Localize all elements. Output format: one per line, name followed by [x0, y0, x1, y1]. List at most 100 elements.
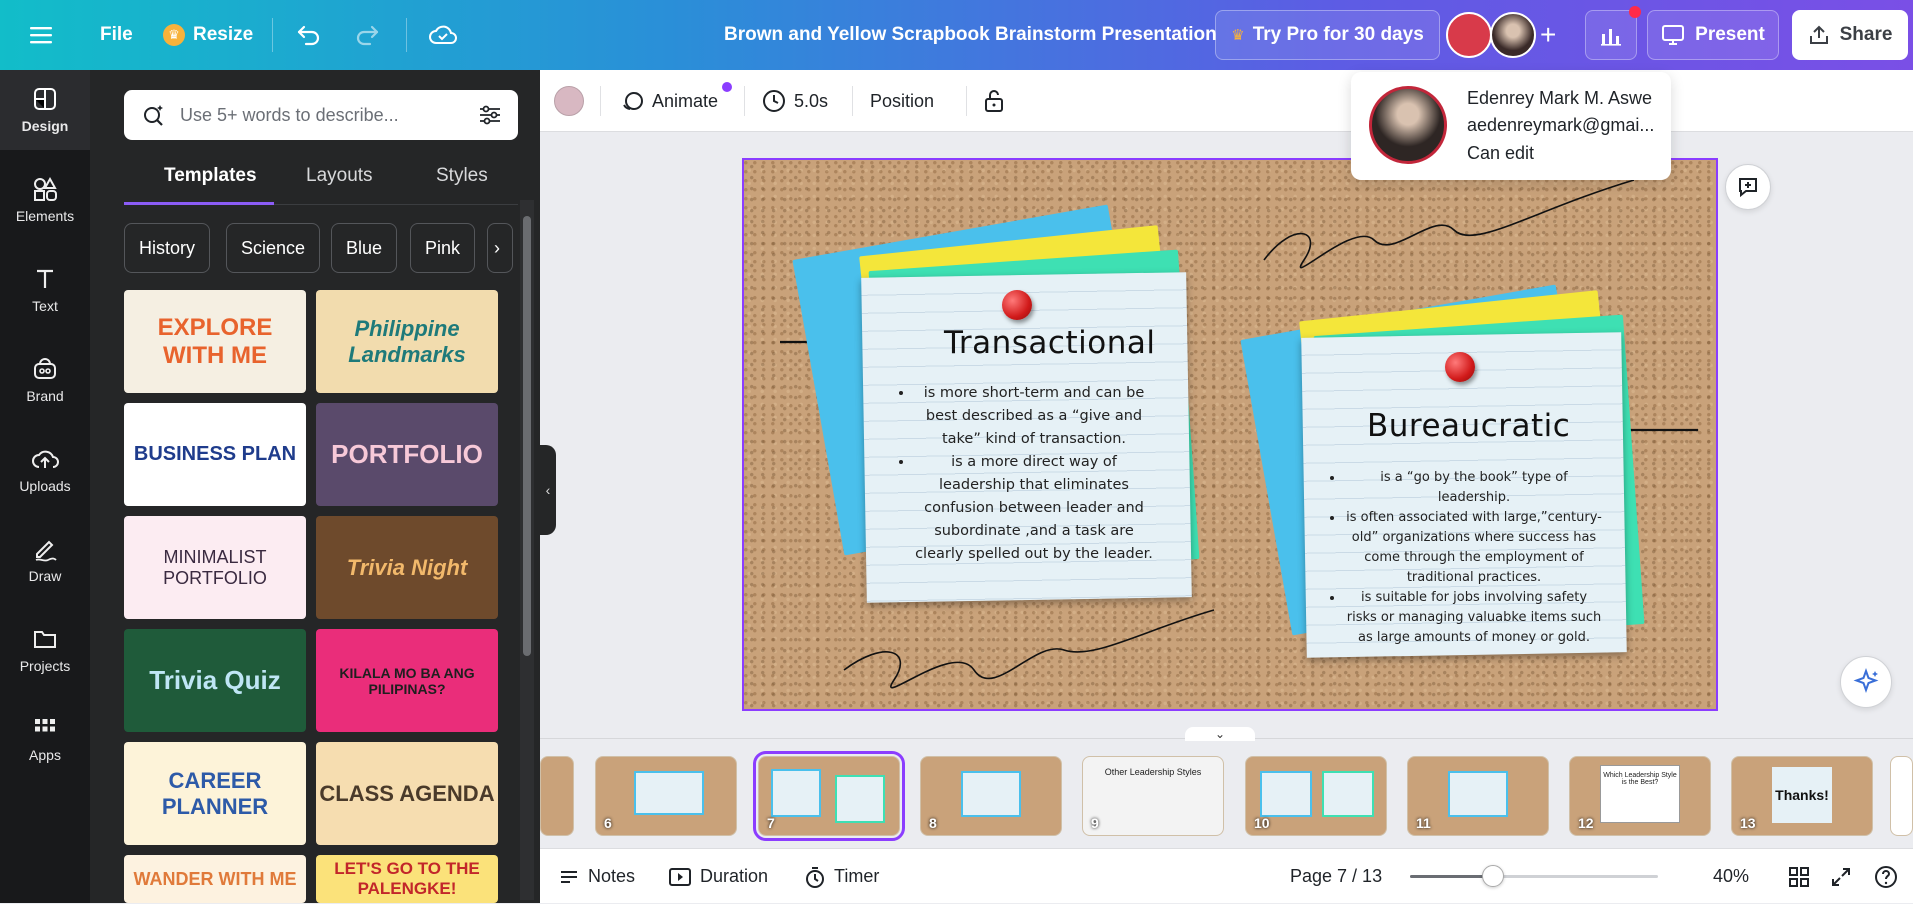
page-thumbnail[interactable]: 6: [595, 756, 737, 836]
zoom-slider[interactable]: [1410, 865, 1658, 887]
brand-icon: [34, 358, 56, 379]
zoom-level[interactable]: 40%: [1713, 849, 1749, 904]
template-thumbnail[interactable]: KILALA MO BA ANG PILIPINAS?: [316, 629, 498, 732]
timer-button[interactable]: Timer: [804, 849, 879, 904]
template-thumbnail[interactable]: PORTFOLIO: [316, 403, 498, 506]
page-thumbnail[interactable]: [540, 756, 574, 836]
thumb-note: [634, 771, 704, 815]
panel-scrollbar[interactable]: [520, 200, 534, 900]
share-button[interactable]: Share: [1792, 10, 1908, 60]
chip-science[interactable]: Science: [226, 223, 321, 273]
avatar-collaborator[interactable]: [1446, 12, 1492, 58]
help-icon[interactable]: [1874, 849, 1898, 904]
page-thumbnail[interactable]: 10: [1245, 756, 1387, 836]
rail-label: Elements: [15, 208, 75, 224]
page-thumbnail[interactable]: 11: [1407, 756, 1549, 836]
template-thumbnail[interactable]: Trivia Quiz: [124, 629, 306, 732]
duration-toggle[interactable]: Duration: [668, 849, 768, 904]
page-indicator[interactable]: Page 7 / 13: [1290, 849, 1382, 904]
rail-elements[interactable]: Elements: [0, 160, 90, 240]
undo-icon[interactable]: [296, 0, 322, 70]
rail-projects[interactable]: Projects: [0, 610, 90, 690]
template-thumbnail[interactable]: CAREER PLANNER: [124, 742, 306, 845]
page-thumbnail-current[interactable]: 7: [753, 751, 905, 841]
chips-next-icon[interactable]: ›: [487, 223, 513, 273]
magic-assistant-icon[interactable]: [1840, 656, 1892, 708]
thumb-note: [1260, 771, 1312, 817]
note-title-left[interactable]: Transactional: [944, 325, 1155, 361]
thumb-note: [771, 769, 821, 817]
tab-templates[interactable]: Templates: [164, 165, 257, 187]
search-input[interactable]: Use 5+ words to describe...: [180, 105, 464, 126]
chip-pink[interactable]: Pink: [410, 223, 476, 273]
animate-button[interactable]: Animate: [620, 70, 718, 132]
rail-text[interactable]: Text: [0, 250, 90, 330]
collapse-panel-handle[interactable]: ‹: [540, 445, 556, 535]
add-collaborator-icon[interactable]: +: [1540, 0, 1556, 70]
template-thumbnail[interactable]: BUSINESS PLAN: [124, 403, 306, 506]
collaborator-popup: Edenrey Mark M. Aswe aedenreymark@gmai..…: [1351, 72, 1671, 180]
lock-icon[interactable]: [982, 70, 1006, 132]
template-search[interactable]: Use 5+ words to describe...: [124, 90, 518, 140]
thumb-note: [961, 771, 1021, 817]
avatar-user[interactable]: [1490, 12, 1536, 58]
note-bullets-right[interactable]: is a “go by the book” type of leadership…: [1324, 468, 1604, 648]
template-thumbnail[interactable]: WANDER WITH ME: [124, 855, 306, 903]
rail-brand[interactable]: Brand: [0, 340, 90, 420]
page-thumbnail[interactable]: Thanks! 13: [1731, 756, 1873, 836]
thumb-title: Thanks!: [1772, 767, 1832, 823]
template-thumbnail[interactable]: LET'S GO TO THE PALENGKE!: [316, 855, 498, 903]
template-thumbnail[interactable]: Philippine Landmarks: [316, 290, 498, 393]
rail-uploads[interactable]: Uploads: [0, 430, 90, 510]
notes-label: Notes: [588, 866, 636, 886]
zoom-slider-fill: [1410, 875, 1493, 878]
rail-draw[interactable]: Draw: [0, 520, 90, 600]
cloud-saved-icon[interactable]: [428, 0, 458, 70]
rail-design[interactable]: Design: [0, 70, 90, 150]
present-icon: [1662, 25, 1685, 45]
add-comment-icon[interactable]: [1725, 164, 1771, 210]
fullscreen-icon[interactable]: [1830, 849, 1852, 904]
filter-icon[interactable]: [478, 104, 502, 126]
page-thumbnail[interactable]: 8: [920, 756, 1062, 836]
share-label: Share: [1839, 24, 1893, 45]
resize-button[interactable]: ♛ Resize: [163, 0, 253, 70]
scrollbar-thumb[interactable]: [523, 216, 531, 656]
chip-history[interactable]: History: [124, 223, 211, 273]
tab-styles[interactable]: Styles: [436, 165, 488, 187]
add-page-thumbnail[interactable]: [1890, 756, 1913, 836]
rail-label: Text: [32, 298, 58, 314]
redo-icon[interactable]: [354, 0, 380, 70]
collaborator-email: aedenreymark@gmai...: [1467, 115, 1655, 135]
note-title-right[interactable]: Bureaucratic: [1367, 408, 1570, 444]
menu-icon[interactable]: [30, 0, 52, 70]
present-button[interactable]: Present: [1647, 10, 1779, 60]
template-thumbnail[interactable]: Trivia Night: [316, 516, 498, 619]
chevron-down-icon[interactable]: ⌄: [1185, 727, 1255, 741]
chevron-left-icon: ‹: [545, 482, 551, 498]
tab-layouts[interactable]: Layouts: [306, 165, 373, 187]
grid-view-icon[interactable]: [1788, 849, 1810, 904]
page-thumbnail[interactable]: Other Leadership Styles 9: [1082, 756, 1224, 836]
notes-button[interactable]: Notes: [558, 849, 635, 904]
rail-label: Draw: [28, 568, 62, 584]
template-thumbnail[interactable]: MINIMALIST PORTFOLIO: [124, 516, 306, 619]
magic-search-icon: [144, 105, 163, 126]
chip-blue[interactable]: Blue: [331, 223, 398, 273]
color-swatch[interactable]: [554, 70, 584, 132]
try-pro-button[interactable]: ♛ Try Pro for 30 days: [1215, 10, 1440, 60]
position-button[interactable]: Position: [870, 70, 934, 132]
try-pro-label: Try Pro for 30 days: [1252, 24, 1424, 45]
timer-icon: [806, 866, 824, 888]
duration-button[interactable]: 5.0s: [762, 70, 828, 132]
file-menu[interactable]: File: [100, 0, 133, 70]
page-thumbnail[interactable]: Which Leadership Style is the Best? 12: [1569, 756, 1711, 836]
template-thumbnail[interactable]: CLASS AGENDA: [316, 742, 498, 845]
rail-apps[interactable]: Apps: [0, 700, 90, 780]
note-bullets-left[interactable]: is more short-term and can be best descr…: [894, 382, 1154, 566]
template-thumbnail[interactable]: EXPLORE WITH ME: [124, 290, 306, 393]
slide-canvas[interactable]: Transactional is more short-term and can…: [742, 158, 1718, 711]
zoom-slider-handle[interactable]: [1481, 865, 1504, 887]
document-title[interactable]: Brown and Yellow Scrapbook Brainstorm Pr…: [724, 0, 1217, 70]
insights-icon[interactable]: [1585, 10, 1637, 60]
